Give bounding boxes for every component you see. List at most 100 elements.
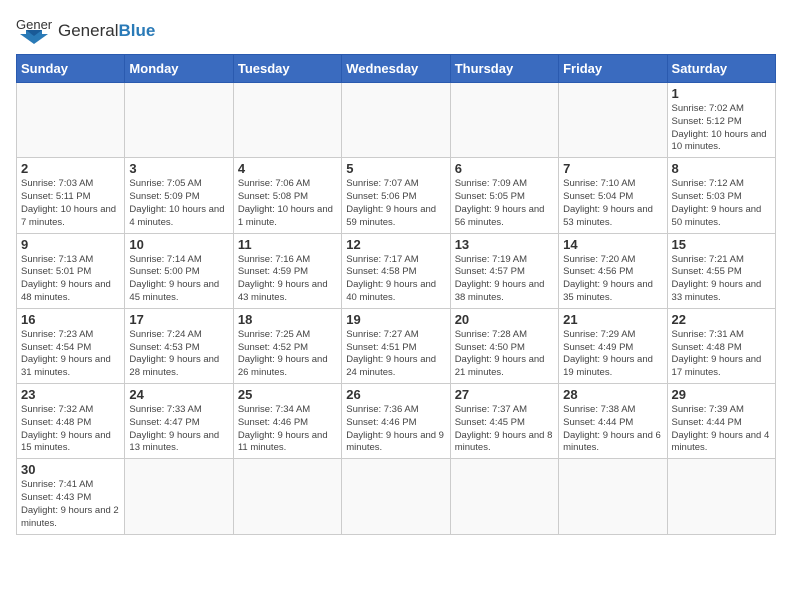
calendar-cell: 15Sunrise: 7:21 AM Sunset: 4:55 PM Dayli… <box>667 233 775 308</box>
day-info: Sunrise: 7:09 AM Sunset: 5:05 PM Dayligh… <box>455 178 554 229</box>
calendar-cell: 10 Sunrise: 7:14 AM Sunset: 5:00 PM Dayli… <box>125 233 233 308</box>
calendar-cell <box>559 459 667 534</box>
day-number: 3 <box>129 161 228 176</box>
calendar-cell <box>233 83 341 158</box>
day-number: 12 <box>346 237 445 252</box>
calendar-cell: 17 Sunrise: 7:24 AM Sunset: 4:53 PM Dayli… <box>125 308 233 383</box>
day-info: Sunrise: 7:14 AM Sunset: 5:00 PM Dayligh… <box>129 254 228 305</box>
day-info: Sunrise: 7:23 AM Sunset: 4:54 PM Dayligh… <box>21 329 120 380</box>
day-number: 8 <box>672 161 771 176</box>
calendar-cell: 2 Sunrise: 7:03 AM Sunset: 5:11 PM Daylig… <box>17 158 125 233</box>
calendar-cell: 12 Sunrise: 7:17 AM Sunset: 4:58 PM Dayli… <box>342 233 450 308</box>
calendar-row-4: 16Sunrise: 7:23 AM Sunset: 4:54 PM Dayli… <box>17 308 776 383</box>
day-info: Sunrise: 7:19 AM Sunset: 4:57 PM Dayligh… <box>455 254 554 305</box>
day-number: 28 <box>563 387 662 402</box>
day-info: Sunrise: 7:03 AM Sunset: 5:11 PM Dayligh… <box>21 178 120 229</box>
day-info: Sunrise: 7:32 AM Sunset: 4:48 PM Dayligh… <box>21 404 120 455</box>
calendar-cell: 23Sunrise: 7:32 AM Sunset: 4:48 PM Dayli… <box>17 384 125 459</box>
day-info: Sunrise: 7:24 AM Sunset: 4:53 PM Dayligh… <box>129 329 228 380</box>
day-number: 13 <box>455 237 554 252</box>
calendar-cell: 21Sunrise: 7:29 AM Sunset: 4:49 PM Dayli… <box>559 308 667 383</box>
day-number: 10 <box>129 237 228 252</box>
calendar-cell: 24 Sunrise: 7:33 AM Sunset: 4:47 PM Dayli… <box>125 384 233 459</box>
day-number: 26 <box>346 387 445 402</box>
day-info: Sunrise: 7:37 AM Sunset: 4:45 PM Dayligh… <box>455 404 554 455</box>
calendar-row-1: 1 Sunrise: 7:02 AM Sunset: 5:12 PM Daylig… <box>17 83 776 158</box>
calendar-cell: 27 Sunrise: 7:37 AM Sunset: 4:45 PM Dayli… <box>450 384 558 459</box>
calendar-cell: 28 Sunrise: 7:38 AM Sunset: 4:44 PM Dayli… <box>559 384 667 459</box>
calendar-row-6: 30 Sunrise: 7:41 AM Sunset: 4:43 PM Dayli… <box>17 459 776 534</box>
calendar-cell: 30 Sunrise: 7:41 AM Sunset: 4:43 PM Dayli… <box>17 459 125 534</box>
calendar-cell: 25 Sunrise: 7:34 AM Sunset: 4:46 PM Dayli… <box>233 384 341 459</box>
calendar-cell: 1 Sunrise: 7:02 AM Sunset: 5:12 PM Daylig… <box>667 83 775 158</box>
calendar-cell: 14 Sunrise: 7:20 AM Sunset: 4:56 PM Dayli… <box>559 233 667 308</box>
calendar-row-3: 9Sunrise: 7:13 AM Sunset: 5:01 PM Daylig… <box>17 233 776 308</box>
calendar-cell: 3 Sunrise: 7:05 AM Sunset: 5:09 PM Daylig… <box>125 158 233 233</box>
day-info: Sunrise: 7:02 AM Sunset: 5:12 PM Dayligh… <box>672 103 771 154</box>
day-number: 5 <box>346 161 445 176</box>
calendar-cell: 26Sunrise: 7:36 AM Sunset: 4:46 PM Dayli… <box>342 384 450 459</box>
calendar-cell: 4 Sunrise: 7:06 AM Sunset: 5:08 PM Daylig… <box>233 158 341 233</box>
day-number: 24 <box>129 387 228 402</box>
day-number: 2 <box>21 161 120 176</box>
day-info: Sunrise: 7:31 AM Sunset: 4:48 PM Dayligh… <box>672 329 771 380</box>
calendar-cell: 5 Sunrise: 7:07 AM Sunset: 5:06 PM Daylig… <box>342 158 450 233</box>
day-number: 7 <box>563 161 662 176</box>
calendar-cell: 9Sunrise: 7:13 AM Sunset: 5:01 PM Daylig… <box>17 233 125 308</box>
day-number: 4 <box>238 161 337 176</box>
weekday-header-saturday: Saturday <box>667 55 775 83</box>
calendar-cell: 13 Sunrise: 7:19 AM Sunset: 4:57 PM Dayli… <box>450 233 558 308</box>
calendar-cell: 8 Sunrise: 7:12 AM Sunset: 5:03 PM Daylig… <box>667 158 775 233</box>
day-number: 6 <box>455 161 554 176</box>
day-info: Sunrise: 7:16 AM Sunset: 4:59 PM Dayligh… <box>238 254 337 305</box>
calendar-table: SundayMondayTuesdayWednesdayThursdayFrid… <box>16 54 776 535</box>
calendar-cell <box>342 83 450 158</box>
weekday-header-row: SundayMondayTuesdayWednesdayThursdayFrid… <box>17 55 776 83</box>
logo: General GeneralBlue <box>16 16 155 44</box>
calendar-cell: 6 Sunrise: 7:09 AM Sunset: 5:05 PM Daylig… <box>450 158 558 233</box>
day-number: 11 <box>238 237 337 252</box>
calendar-cell <box>667 459 775 534</box>
day-number: 17 <box>129 312 228 327</box>
weekday-header-monday: Monday <box>125 55 233 83</box>
day-info: Sunrise: 7:38 AM Sunset: 4:44 PM Dayligh… <box>563 404 662 455</box>
calendar-cell <box>342 459 450 534</box>
day-number: 19 <box>346 312 445 327</box>
day-number: 27 <box>455 387 554 402</box>
calendar-cell <box>17 83 125 158</box>
calendar-row-5: 23Sunrise: 7:32 AM Sunset: 4:48 PM Dayli… <box>17 384 776 459</box>
calendar-row-2: 2 Sunrise: 7:03 AM Sunset: 5:11 PM Daylig… <box>17 158 776 233</box>
day-info: Sunrise: 7:06 AM Sunset: 5:08 PM Dayligh… <box>238 178 337 229</box>
page-header: General GeneralBlue <box>16 16 776 44</box>
day-info: Sunrise: 7:28 AM Sunset: 4:50 PM Dayligh… <box>455 329 554 380</box>
day-info: Sunrise: 7:33 AM Sunset: 4:47 PM Dayligh… <box>129 404 228 455</box>
calendar-cell: 18Sunrise: 7:25 AM Sunset: 4:52 PM Dayli… <box>233 308 341 383</box>
day-info: Sunrise: 7:20 AM Sunset: 4:56 PM Dayligh… <box>563 254 662 305</box>
day-info: Sunrise: 7:17 AM Sunset: 4:58 PM Dayligh… <box>346 254 445 305</box>
weekday-header-friday: Friday <box>559 55 667 83</box>
calendar-cell: 11 Sunrise: 7:16 AM Sunset: 4:59 PM Dayli… <box>233 233 341 308</box>
day-number: 1 <box>672 86 771 101</box>
calendar-cell <box>450 83 558 158</box>
day-number: 22 <box>672 312 771 327</box>
calendar-cell <box>125 459 233 534</box>
day-info: Sunrise: 7:05 AM Sunset: 5:09 PM Dayligh… <box>129 178 228 229</box>
weekday-header-thursday: Thursday <box>450 55 558 83</box>
calendar-cell: 22 Sunrise: 7:31 AM Sunset: 4:48 PM Dayli… <box>667 308 775 383</box>
day-info: Sunrise: 7:29 AM Sunset: 4:49 PM Dayligh… <box>563 329 662 380</box>
day-info: Sunrise: 7:07 AM Sunset: 5:06 PM Dayligh… <box>346 178 445 229</box>
day-number: 29 <box>672 387 771 402</box>
calendar-cell: 29Sunrise: 7:39 AM Sunset: 4:44 PM Dayli… <box>667 384 775 459</box>
day-info: Sunrise: 7:41 AM Sunset: 4:43 PM Dayligh… <box>21 479 120 530</box>
day-number: 25 <box>238 387 337 402</box>
day-number: 20 <box>455 312 554 327</box>
calendar-cell <box>125 83 233 158</box>
day-number: 30 <box>21 462 120 477</box>
day-info: Sunrise: 7:25 AM Sunset: 4:52 PM Dayligh… <box>238 329 337 380</box>
calendar-cell: 7Sunrise: 7:10 AM Sunset: 5:04 PM Daylig… <box>559 158 667 233</box>
day-info: Sunrise: 7:12 AM Sunset: 5:03 PM Dayligh… <box>672 178 771 229</box>
calendar-cell: 16Sunrise: 7:23 AM Sunset: 4:54 PM Dayli… <box>17 308 125 383</box>
day-number: 14 <box>563 237 662 252</box>
day-info: Sunrise: 7:34 AM Sunset: 4:46 PM Dayligh… <box>238 404 337 455</box>
day-info: Sunrise: 7:27 AM Sunset: 4:51 PM Dayligh… <box>346 329 445 380</box>
